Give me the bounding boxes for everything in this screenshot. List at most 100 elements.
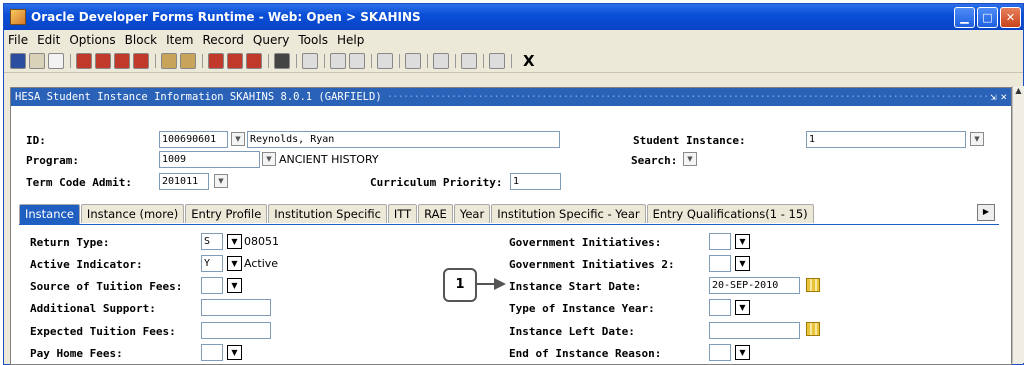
tab-institution-specific-year[interactable]: Institution Specific - Year [491,204,646,223]
curriculum-priority-input[interactable]: 1 [510,173,561,190]
search-icon[interactable] [330,53,346,69]
instance-start-date-input[interactable]: 20-SEP-2010 [709,277,800,294]
menu-query[interactable]: Query [253,33,289,47]
save-icon[interactable] [10,53,26,69]
tab-rae[interactable]: RAE [418,204,453,223]
print-screen-icon[interactable] [302,53,318,69]
student-instance-lov-button[interactable]: ▼ [970,132,984,146]
select-icon[interactable] [76,53,92,69]
end-of-instance-reason-input[interactable] [709,344,731,361]
return-type-dropdown-button[interactable]: ▼ [227,234,242,249]
menu-tools[interactable]: Tools [298,33,328,47]
id-input[interactable]: 100690601 [159,131,228,148]
menu-item[interactable]: Item [166,33,193,47]
term-code-label: Term Code Admit: [26,176,132,189]
pay-home-fees-dropdown-button[interactable]: ▼ [227,345,242,360]
program-description: ANCIENT HISTORY [279,153,379,166]
tuition-fees-source-label: Source of Tuition Fees: [30,280,183,293]
term-code-lov-button[interactable]: ▼ [214,174,228,188]
instance-start-date-label: Instance Start Date: [509,280,642,293]
instance-year-type-dropdown-button[interactable]: ▼ [735,300,750,315]
active-indicator-dropdown-button[interactable]: ▼ [227,256,242,271]
scroll-up-icon[interactable]: ▲ [1013,86,1024,98]
additional-support-input[interactable] [201,299,271,316]
java-app-icon [10,9,26,25]
menu-options[interactable]: Options [69,33,115,47]
delete-record-icon[interactable] [246,53,262,69]
government-initiatives-input[interactable] [709,233,731,250]
help-icon[interactable] [461,53,477,69]
student-instance-label: Student Instance: [633,134,746,147]
calendar-icon[interactable] [806,278,820,292]
pay-home-fees-label: Pay Home Fees: [30,347,123,360]
term-code-input[interactable]: 201011 [159,173,209,190]
exit-button[interactable]: X [523,52,535,70]
form-title-bar: HESA Student Instance Information SKAHIN… [11,88,1011,106]
pay-home-fees-input[interactable] [201,344,223,361]
previous-record-icon[interactable] [114,53,130,69]
remove-record-icon[interactable] [227,53,243,69]
id-lov-button[interactable]: ▼ [231,132,245,146]
hint-icon[interactable] [489,53,505,69]
return-type-label: Return Type: [30,236,110,249]
tab-institution-specific[interactable]: Institution Specific [268,204,387,223]
expected-tuition-fees-input[interactable] [201,322,271,339]
instance-left-date-input[interactable] [709,322,800,339]
callout-arrow-icon [476,278,506,290]
program-label: Program: [26,154,79,167]
menu-file[interactable]: File [8,33,28,47]
instance-year-type-input[interactable] [709,299,731,316]
student-instance-input[interactable]: 1 [806,131,966,148]
tuition-fees-source-dropdown-button[interactable]: ▼ [227,278,242,293]
form-title: HESA Student Instance Information SKAHIN… [15,91,382,103]
search-lov-button[interactable]: ▼ [683,152,697,166]
close-form-icon[interactable]: ✕ [1001,91,1007,103]
tab-instance-more[interactable]: Instance (more) [80,204,185,223]
zoom-icon[interactable] [349,53,365,69]
menu-edit[interactable]: Edit [37,33,60,47]
enter-query-icon[interactable] [161,53,177,69]
execute-query-icon[interactable] [180,53,196,69]
government-initiatives-2-input[interactable] [709,255,731,272]
toolbar: X [4,50,1023,73]
search-label: Search: [631,154,678,167]
government-initiatives-dropdown-button[interactable]: ▼ [735,234,750,249]
end-of-instance-reason-dropdown-button[interactable]: ▼ [735,345,750,360]
id-label: ID: [26,134,46,147]
additional-support-label: Additional Support: [30,302,156,315]
active-indicator-input[interactable]: Y [201,255,223,272]
return-type-description: 08051 [244,235,279,248]
return-type-input[interactable]: S [201,233,223,250]
tab-entry-qualifications[interactable]: Entry Qualifications(1 - 15) [646,204,814,223]
vertical-scrollbar[interactable]: ▲ [1012,86,1024,363]
close-button[interactable]: ✕ [1000,6,1021,28]
tab-instance[interactable]: Instance [19,204,80,225]
program-lov-button[interactable]: ▼ [262,152,276,166]
attachment-icon[interactable] [274,53,290,69]
rollback-icon[interactable] [29,53,45,69]
title-bar: Oracle Developer Forms Runtime - Web: Op… [4,4,1023,30]
menu-block[interactable]: Block [125,33,157,47]
government-initiatives-2-dropdown-button[interactable]: ▼ [735,256,750,271]
insert-record-icon[interactable] [208,53,224,69]
minimize-button[interactable]: ▁ [954,6,975,28]
tab-scroll-right-button[interactable]: ▶ [977,204,995,221]
next-record-icon[interactable] [133,53,149,69]
maximize-button[interactable]: □ [977,6,998,28]
name-field[interactable]: Reynolds, Ryan [247,131,560,148]
tab-entry-profile[interactable]: Entry Profile [185,204,268,223]
calendar-icon[interactable] [806,322,820,336]
menu-help[interactable]: Help [337,33,364,47]
tuition-fees-source-input[interactable] [201,277,223,294]
previous-block-icon[interactable] [95,53,111,69]
navigate-icon[interactable] [405,53,421,69]
tab-strip: Instance Instance (more) Entry Profile I… [19,204,815,225]
audio-icon[interactable] [377,53,393,69]
tab-year[interactable]: Year [453,204,491,223]
menu-record[interactable]: Record [202,33,243,47]
print-icon[interactable] [48,53,64,69]
minimize-form-icon[interactable]: ⇲ [990,91,996,103]
program-input[interactable]: 1009 [159,151,260,168]
tab-itt[interactable]: ITT [387,204,418,223]
workflow-icon[interactable] [433,53,449,69]
